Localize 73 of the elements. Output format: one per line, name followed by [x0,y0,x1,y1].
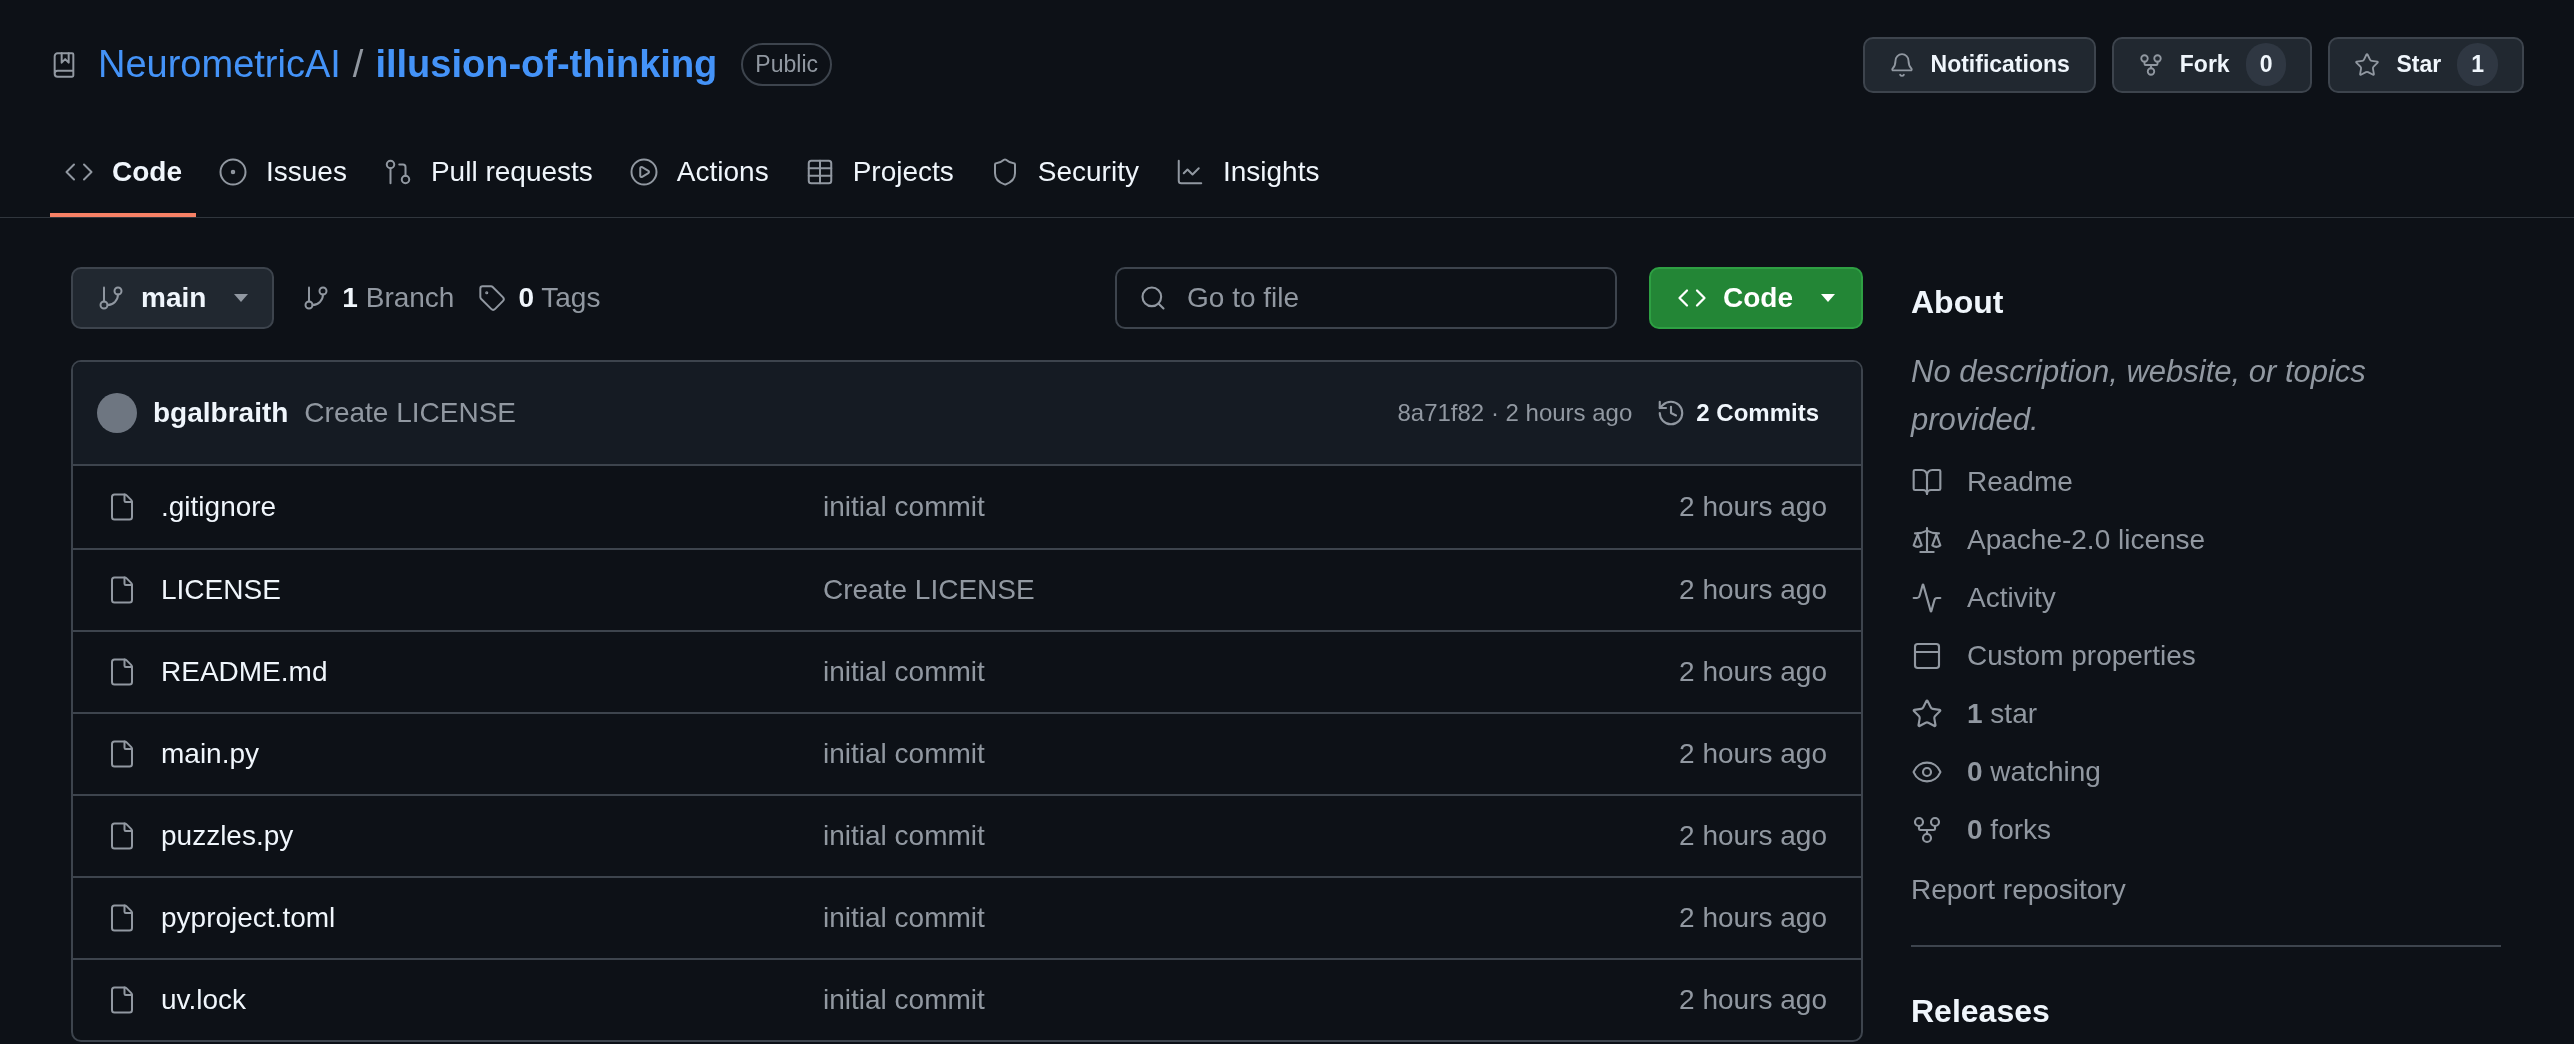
tag-icon [478,284,507,312]
star-icon [1911,697,1943,730]
circle-dot-icon [218,157,248,187]
owner-link[interactable]: NeurometricAI [98,36,341,93]
releases-heading: Releases [1911,992,2051,1031]
nav-tab[interactable]: Insights [1160,145,1334,217]
nav-tab[interactable]: Issues [204,145,361,217]
count-badge: 0 [2245,43,2287,86]
bell-icon [1888,51,1915,78]
commit-message-link[interactable]: Create LICENSE [823,569,1035,611]
commit-time: 2 hours ago [1679,983,1827,1017]
notifications-button[interactable]: Notifications [1862,36,2096,93]
commit-time: 2 hours ago [1679,655,1827,689]
pulse-icon [1911,581,1943,614]
file-name-link[interactable]: main.py [161,733,823,775]
author-link[interactable]: bgalbraith [153,392,289,434]
search-field[interactable]: Go to file [1115,267,1617,329]
about-link[interactable]: 0 forks [1967,808,2052,851]
commit-time: 2 hours ago [1679,490,1827,524]
nav-tab[interactable]: Code [50,145,196,217]
button-label: Notifications [1930,50,2070,80]
commit-message-link[interactable]: initial commit [823,733,985,775]
play-icon [628,157,659,187]
file-name-link[interactable]: README.md [161,651,823,693]
commit-message-link[interactable]: initial commit [823,815,985,857]
star-icon [2354,51,2381,78]
button-label: Fork [2179,50,2230,80]
commit-message-link[interactable]: initial commit [823,651,985,693]
button-label: Star [2396,50,2442,80]
about-link[interactable]: 0 watching [1967,750,2101,793]
commit-message: Create LICENSE [304,396,516,430]
visibility-label: Public [741,43,832,86]
about-link[interactable]: Custom properties [1967,634,2196,677]
path-separator: / [352,42,364,87]
code-button[interactable]: Code [1649,267,1863,329]
commit-time: 2 hours ago [1679,573,1827,607]
search-icon [1139,284,1167,312]
caret-icon [1821,294,1835,302]
count-badge: 1 [2457,43,2498,86]
branch-icon [97,284,125,312]
file-name-link[interactable]: .gitignore [161,486,823,528]
about-link[interactable]: Apache-2.0 license [1967,518,2206,561]
about-link[interactable]: Readme [1967,460,2073,503]
avatar [97,393,137,433]
branch-select[interactable]: main [71,267,275,329]
file-name-link[interactable]: pyproject.toml [161,897,823,939]
star-button[interactable]: Star 1 [2328,36,2524,93]
commit-message-link[interactable]: initial commit [823,979,985,1021]
nav-tab[interactable]: Actions [614,145,783,217]
branches-link[interactable]: 1 Branch [342,277,455,319]
nav-tab[interactable]: Security [975,145,1153,217]
commit-hash-time: 8a71f82 · 2 hours ago [1397,398,1633,428]
caret-icon [234,294,249,302]
nav-tab[interactable]: Pull requests [368,145,607,217]
repo-name-link[interactable]: illusion-of-thinking [375,36,718,93]
about-heading: About [1911,283,2005,322]
tags-link[interactable]: 0 Tags [518,277,601,319]
commit-time: 2 hours ago [1679,737,1827,771]
about-link[interactable]: 1 star [1967,692,2038,735]
fork-button[interactable]: Fork 0 [2111,36,2313,93]
about-link[interactable]: Activity [1967,576,2056,619]
report-link[interactable]: Report repository [1911,869,2501,911]
commit-time: 2 hours ago [1679,901,1827,935]
file-name-link[interactable]: uv.lock [161,979,823,1021]
nav-tab[interactable]: Projects [790,145,968,217]
commit-message-link[interactable]: initial commit [823,486,985,528]
file-name-link[interactable]: puzzles.py [161,815,823,857]
commit-time: 2 hours ago [1679,819,1827,853]
commits-link[interactable]: 2 Commits [1656,395,1819,431]
file-name-link[interactable]: LICENSE [161,569,823,611]
commit-message-link[interactable]: initial commit [823,897,985,939]
about-description: No description, website, or topics provided. [1911,353,2367,439]
fork-icon [2137,51,2164,78]
